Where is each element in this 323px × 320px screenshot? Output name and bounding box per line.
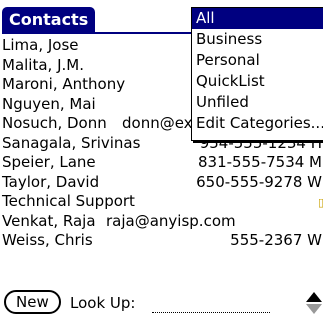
category-option-quicklist[interactable]: QuickList	[192, 71, 323, 92]
category-option-personal[interactable]: Personal	[192, 50, 323, 71]
contact-name: Taylor, David	[2, 172, 100, 191]
contact-name: Nguyen, Mai	[2, 94, 96, 113]
lookup-label: Look Up:	[70, 294, 136, 312]
contact-row[interactable]: Technical Support ▯	[2, 192, 323, 212]
contact-name: Sanagala, Srivinas	[2, 133, 141, 152]
category-popup: All Business Personal QuickList Unfiled …	[191, 7, 323, 141]
contact-row[interactable]: Weiss, Chris 555-2367 W	[2, 231, 322, 251]
new-button[interactable]: New	[4, 290, 61, 314]
title-tab[interactable]: Contacts	[2, 7, 96, 32]
contact-info: raja@anyisp.com	[106, 211, 236, 230]
contact-name: Technical Support	[2, 192, 135, 210]
contact-name: Venkat, Raja	[2, 211, 96, 230]
contact-row[interactable]: Taylor, David 650-555-9278 W	[2, 173, 322, 193]
contact-name: Maroni, Anthony	[2, 75, 126, 93]
contact-name: Malita, J.M.	[2, 55, 84, 74]
contact-name: Lima, Jose	[2, 36, 79, 54]
note-marker: ▯	[318, 196, 323, 209]
bottom-bar: New Look Up:	[0, 288, 323, 320]
contact-name: Speier, Lane	[2, 153, 96, 171]
category-option-edit[interactable]: Edit Categories...	[192, 113, 323, 134]
category-option-business[interactable]: Business	[192, 29, 323, 50]
contact-info: 555-2367 W	[230, 231, 322, 249]
contact-name: Nosuch, Donn	[2, 114, 107, 132]
lookup-input[interactable]	[152, 312, 270, 313]
scroll-arrows	[306, 288, 323, 320]
contact-info: 831-555-7534 M	[198, 153, 322, 171]
category-option-all[interactable]: All	[192, 8, 323, 29]
contact-name: Weiss, Chris	[2, 231, 93, 249]
contact-row[interactable]: Venkat, Raja raja@anyisp.com	[2, 212, 322, 232]
scroll-down-icon[interactable]	[306, 304, 322, 314]
contact-info: 650-555-9278 W	[196, 172, 322, 191]
scroll-up-icon[interactable]	[306, 292, 322, 302]
category-option-unfiled[interactable]: Unfiled	[192, 92, 323, 113]
contact-row[interactable]: Speier, Lane 831-555-7534 M	[2, 153, 322, 173]
